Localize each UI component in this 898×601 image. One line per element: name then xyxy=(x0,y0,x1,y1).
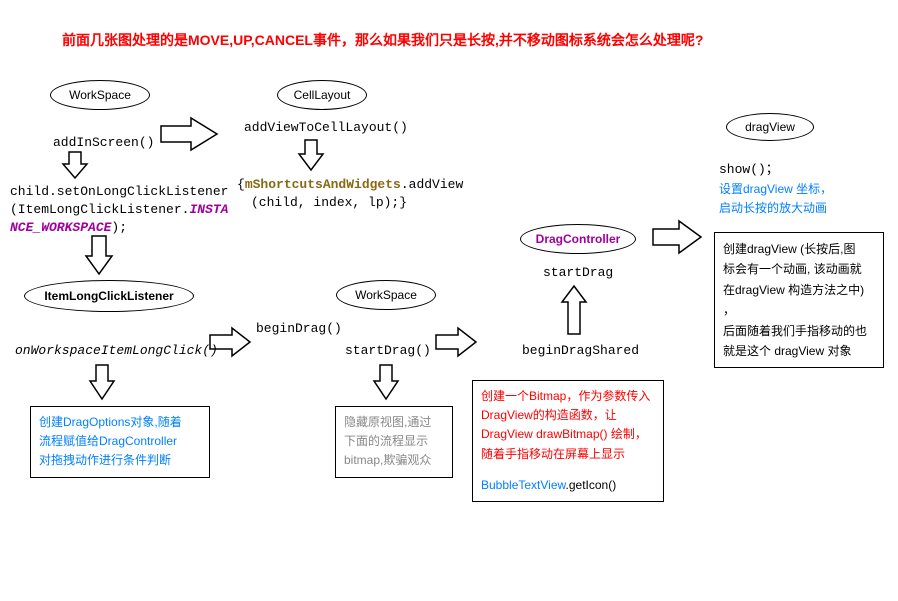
box-dragoptions: 创建DragOptions对象,随着 流程赋值给DragController 对… xyxy=(30,406,210,478)
arrow-icon xyxy=(61,150,89,180)
arrow-icon xyxy=(434,326,478,358)
node-itemlongclick: ItemLongClickListener xyxy=(24,280,194,312)
node-celllayout: CellLayout xyxy=(277,80,367,110)
arrow-icon xyxy=(84,234,114,276)
box-bitmap: 创建一个Bitmap，作为参数传入 DragView的构造函数，让 DragVi… xyxy=(472,380,664,502)
arrow-icon xyxy=(208,326,252,358)
node-dragcontroller: DragController xyxy=(520,224,636,254)
code-longclick: child.setOnLongClickListener (ItemLongCl… xyxy=(10,183,228,238)
arrow-icon xyxy=(651,219,703,255)
box-hideview: 隐藏原视图,通过 下面的流程显示 bitmap,欺骗观众 xyxy=(335,406,453,478)
box-dragview-text: 设置dragView 坐标， 启动长按的放大动画 xyxy=(719,180,832,218)
method-onworkspaceitemlongclick: onWorkspaceItemLongClick() xyxy=(15,343,218,358)
method-begindragshared: beginDragShared xyxy=(522,343,639,358)
arrow-icon xyxy=(297,138,325,172)
arrow-icon xyxy=(372,363,400,401)
method-show: show()； xyxy=(719,158,779,177)
arrow-icon xyxy=(560,284,588,336)
method-addviewtocell: addViewToCellLayout() xyxy=(244,120,408,135)
page-title: 前面几张图处理的是MOVE,UP,CANCEL事件，那么如果我们只是长按,并不移… xyxy=(62,30,703,50)
arrow-icon xyxy=(88,363,116,401)
method-addinscreen: addInScreen() xyxy=(53,135,154,150)
method-startdrag-1: startDrag() xyxy=(345,343,431,358)
node-dragview: dragView xyxy=(726,113,814,141)
method-startdrag-2: startDrag xyxy=(543,265,613,280)
code-shortcuts: {mShortcutsAndWidgets.addView (child, in… xyxy=(237,176,463,212)
method-begindrag: beginDrag() xyxy=(256,321,342,336)
arrow-icon xyxy=(159,116,219,152)
box-dragview-create: 创建dragView (长按后,图 标会有一个动画, 该动画就 在dragVie… xyxy=(714,232,884,368)
node-workspace-1: WorkSpace xyxy=(50,80,150,110)
node-workspace-2: WorkSpace xyxy=(336,280,436,310)
